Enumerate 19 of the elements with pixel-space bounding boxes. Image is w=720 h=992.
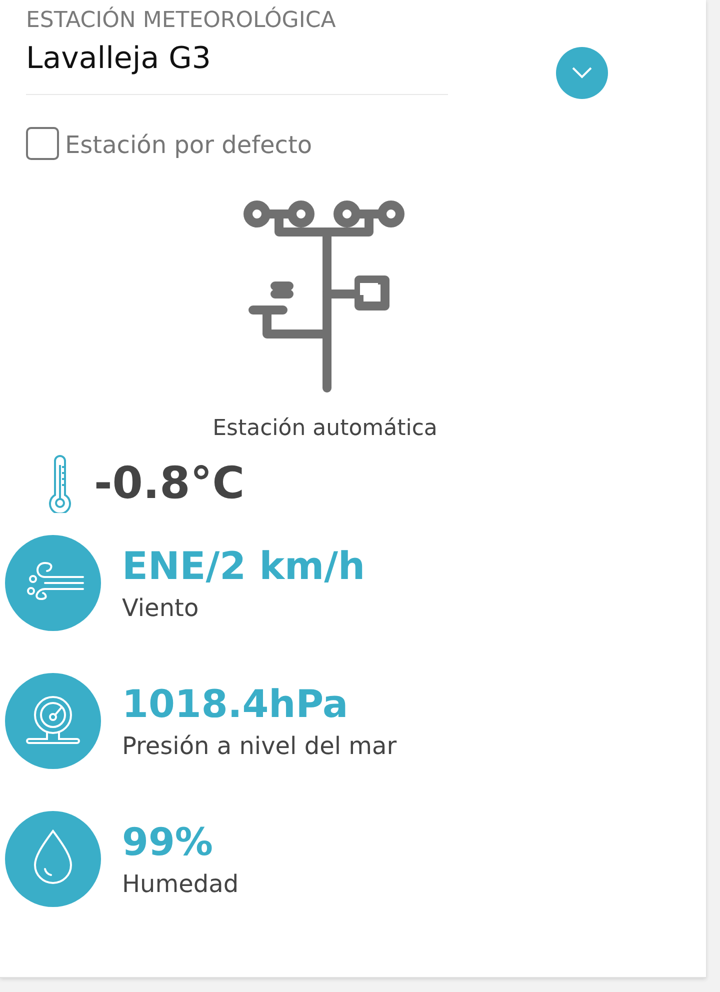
weather-station-icon: [243, 198, 407, 394]
station-type: Estación automática: [212, 415, 438, 443]
metric-label: Viento: [122, 593, 200, 624]
station-name: Lavalleja G3: [26, 40, 212, 78]
temperature: -0.8°C: [94, 462, 244, 506]
metric-label: Humedad: [122, 869, 239, 900]
metric-label: Presión a nivel del mar: [122, 731, 397, 762]
humidity-icon: [5, 811, 101, 907]
metric-value: 99%: [122, 819, 214, 866]
metric-value: 1018.4hPa: [122, 681, 350, 728]
thermometer-icon: [48, 455, 72, 513]
pressure-icon: [5, 673, 101, 769]
checkbox[interactable]: [26, 127, 59, 160]
checkbox-label: Estación por defecto: [65, 130, 312, 160]
field-label: ESTACIÓN METEOROLÓGICA: [26, 6, 337, 35]
metric-value: ENE/2 km/h: [122, 543, 366, 590]
dropdown-button[interactable]: [556, 47, 608, 99]
chevron-down-icon: [571, 66, 593, 80]
wind-icon: [5, 535, 101, 631]
